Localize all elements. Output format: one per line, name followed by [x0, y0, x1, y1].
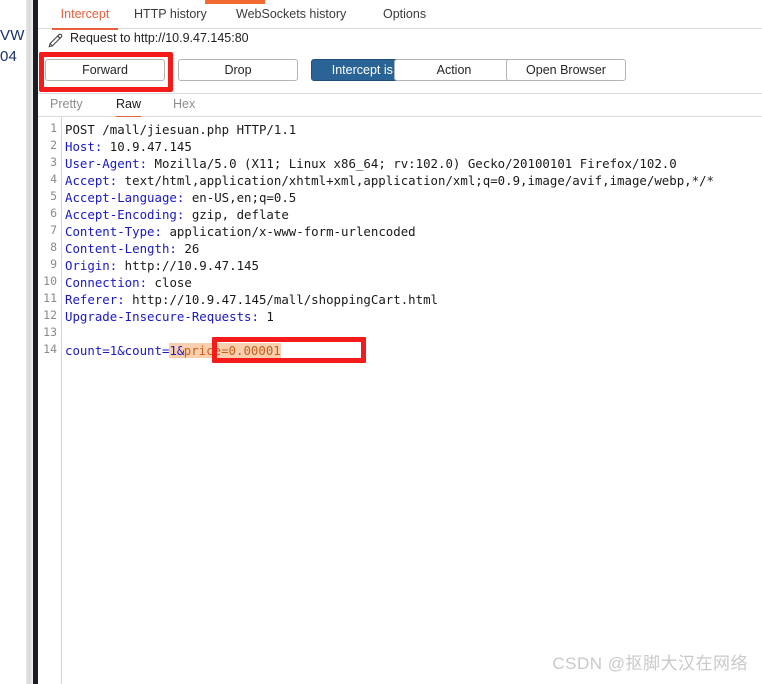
header-name: Referer: [65, 292, 125, 307]
header-line-accept: Accept: text/html,application/xhtml+xml,… [65, 172, 714, 189]
header-line-connection: Connection: close [65, 274, 192, 291]
header-value: close [147, 275, 192, 290]
header-line-content-type: Content-Type: application/x-www-form-url… [65, 223, 416, 240]
line-number: 14 [43, 342, 57, 356]
header-value: Mozilla/5.0 (X11; Linux x86_64; rv:102.0… [147, 156, 677, 171]
line-number: 11 [43, 291, 57, 305]
proxy-tab-bar: Intercept HTTP history WebSockets histor… [38, 4, 762, 30]
tab-websockets-history[interactable]: WebSockets history [236, 4, 346, 28]
tab-websockets-history-label: WebSockets history [236, 7, 347, 21]
line-number: 5 [50, 189, 57, 203]
header-name: Accept-Encoding: [65, 207, 185, 222]
open-browser-button[interactable]: Open Browser [506, 59, 626, 81]
line-number: 10 [43, 274, 57, 288]
header-name: Origin: [65, 258, 118, 273]
line-number: 9 [50, 257, 57, 271]
subtab-pretty-label: Pretty [50, 97, 83, 111]
header-line-accept-language: Accept-Language: en-US,en;q=0.5 [65, 189, 296, 206]
header-value: 26 [176, 241, 200, 256]
line-number: 4 [50, 172, 57, 186]
body-price-param: price=0.00001 [183, 343, 281, 358]
header-value: 1 [258, 309, 274, 324]
header-name: Accept: [65, 173, 118, 188]
header-name: Accept-Language: [65, 190, 185, 205]
background-window-fragment: VW 04 [0, 0, 26, 684]
forward-button[interactable]: Forward [45, 59, 165, 81]
request-header-bar: Request to http://10.9.47.145:80 [38, 29, 762, 54]
raw-request-editor[interactable]: 1 2 3 4 5 6 7 8 9 10 11 12 13 14 POST /m… [38, 117, 762, 684]
tab-http-history-label: HTTP history [134, 7, 207, 21]
header-name: Content-Type: [65, 224, 162, 239]
line-number-gutter: 1 2 3 4 5 6 7 8 9 10 11 12 13 14 [38, 117, 62, 684]
pencil-icon [46, 32, 64, 50]
header-value: text/html,application/xhtml+xml,applicat… [117, 173, 715, 188]
subtab-raw[interactable]: Raw [116, 94, 142, 118]
request-target-label: Request to http://10.9.47.145:80 [70, 31, 249, 45]
background-fragment-line-1: VW [0, 27, 25, 44]
header-line-content-length: Content-Length: 26 [65, 240, 199, 257]
message-view-tab-bar: Pretty Raw Hex [38, 94, 762, 118]
tab-intercept-label: Intercept [60, 7, 110, 21]
header-line-referer: Referer: http://10.9.47.145/mall/shoppin… [65, 291, 438, 308]
request-body-line[interactable]: count=1&count=1&price=0.00001 [65, 342, 281, 359]
subtab-pretty[interactable]: Pretty [50, 94, 83, 116]
header-name: Upgrade-Insecure-Requests: [65, 309, 259, 324]
tab-http-history[interactable]: HTTP history [134, 4, 207, 28]
header-value: http://10.9.47.145 [117, 258, 259, 273]
subtab-raw-label: Raw [116, 97, 142, 111]
action-button-label: Action [436, 63, 472, 77]
header-name: Content-Length: [65, 241, 177, 256]
selection-field-tail [347, 457, 387, 476]
line-number: 2 [50, 138, 57, 152]
tab-options-label: Options [383, 7, 427, 21]
line-number: 7 [50, 223, 57, 237]
header-value: application/x-www-form-urlencoded [161, 224, 416, 239]
body-selection-prefix: 1& [169, 343, 185, 358]
line-number: 8 [50, 240, 57, 254]
drop-button[interactable]: Drop [178, 59, 298, 81]
header-line-user-agent: User-Agent: Mozilla/5.0 (X11; Linux x86_… [65, 155, 677, 172]
intercept-action-bar: Forward Drop Intercept is on Action Open… [38, 56, 762, 94]
request-start-line: POST /mall/jiesuan.php HTTP/1.1 [65, 122, 297, 137]
header-value: gzip, deflate [184, 207, 289, 222]
action-button[interactable]: Action [394, 59, 514, 81]
header-value: 10.9.47.145 [102, 139, 192, 154]
request-line: POST /mall/jiesuan.php HTTP/1.1 [65, 121, 296, 138]
header-name: Host: [65, 139, 103, 154]
header-name: Connection: [65, 275, 148, 290]
line-number: 3 [50, 155, 57, 169]
header-name: User-Agent: [65, 156, 148, 171]
request-text[interactable]: POST /mall/jiesuan.php HTTP/1.1 Host: 10… [62, 117, 762, 684]
header-line-origin: Origin: http://10.9.47.145 [65, 257, 259, 274]
open-browser-button-label: Open Browser [526, 63, 606, 77]
line-number: 13 [43, 325, 57, 339]
header-line-accept-encoding: Accept-Encoding: gzip, deflate [65, 206, 289, 223]
background-fragment-line-2: 04 [0, 48, 18, 65]
header-line-host: Host: 10.9.47.145 [65, 138, 192, 155]
line-number: 1 [50, 121, 57, 135]
burp-proxy-panel: Intercept HTTP history WebSockets histor… [38, 0, 762, 684]
subtab-hex-label: Hex [173, 97, 196, 111]
forward-button-label: Forward [82, 63, 128, 77]
tab-options[interactable]: Options [383, 4, 426, 28]
drop-button-label: Drop [224, 63, 252, 77]
line-number: 6 [50, 206, 57, 220]
subtab-hex[interactable]: Hex [173, 94, 195, 116]
tab-intercept[interactable]: Intercept [52, 4, 118, 30]
header-line-upgrade-insecure-requests: Upgrade-Insecure-Requests: 1 [65, 308, 274, 325]
header-value: en-US,en;q=0.5 [184, 190, 297, 205]
header-value: http://10.9.47.145/mall/shoppingCart.htm… [124, 292, 438, 307]
line-number: 12 [43, 308, 57, 322]
body-prefix: count=1&count= [65, 343, 170, 358]
